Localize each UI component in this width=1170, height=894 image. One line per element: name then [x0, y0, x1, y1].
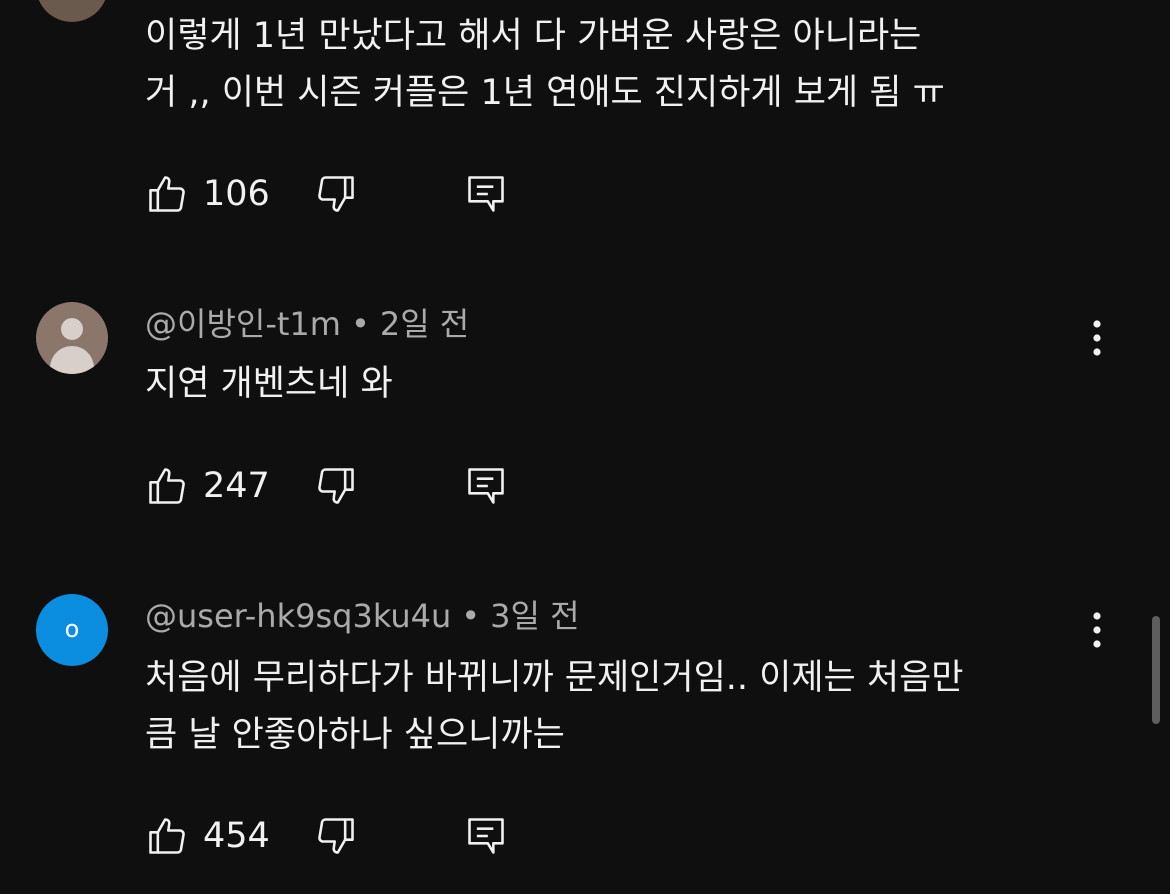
avatar[interactable]: [36, 0, 108, 22]
more-vert-icon: [1082, 608, 1112, 652]
avatar[interactable]: [36, 302, 108, 374]
comment-meta: @이방인-t1m • 2일 전: [145, 304, 469, 344]
scrollbar[interactable]: [1152, 616, 1160, 724]
reply-icon: [464, 172, 508, 216]
more-options-button[interactable]: [1082, 608, 1112, 652]
thumbs-down-icon: [314, 172, 358, 216]
reply-icon: [464, 814, 508, 858]
thumbs-up-icon: [145, 464, 189, 508]
comment-time: 3일 전: [490, 597, 580, 635]
author-name[interactable]: @user-hk9sq3ku4u: [145, 597, 451, 635]
more-options-button[interactable]: [1082, 316, 1112, 360]
like-count: 247: [203, 466, 270, 506]
avatar[interactable]: o: [36, 594, 108, 666]
separator-dot: •: [461, 597, 481, 635]
comment-text: 지연 개벤츠네 와: [145, 364, 393, 404]
reply-button[interactable]: [464, 464, 508, 508]
comment-meta: @user-hk9sq3ku4u • 3일 전: [145, 596, 580, 636]
comment-text: 이렇게 1년 만났다고 해서 다 가벼운 사랑은 아니라는 거 ,, 이번 시즌…: [145, 16, 945, 113]
more-vert-icon: [1082, 316, 1112, 360]
reply-icon: [464, 464, 508, 508]
thumbs-up-icon: [145, 172, 189, 216]
like-button[interactable]: 454: [145, 814, 270, 858]
like-button[interactable]: 106: [145, 172, 270, 216]
like-count: 454: [203, 816, 270, 856]
dislike-button[interactable]: [314, 464, 358, 508]
thumbs-down-icon: [314, 814, 358, 858]
thumbs-up-icon: [145, 814, 189, 858]
reply-button[interactable]: [464, 814, 508, 858]
comment-time: 2일 전: [379, 305, 470, 343]
separator-dot: •: [350, 305, 370, 343]
reply-button[interactable]: [464, 172, 508, 216]
comment-text: 처음에 무리하다가 바뀌니까 문제인거임.. 이제는 처음만 큼 날 안좋아하나…: [145, 658, 964, 755]
author-name[interactable]: @이방인-t1m: [145, 305, 341, 343]
like-count: 106: [203, 174, 270, 214]
dislike-button[interactable]: [314, 814, 358, 858]
thumbs-down-icon: [314, 464, 358, 508]
dislike-button[interactable]: [314, 172, 358, 216]
like-button[interactable]: 247: [145, 464, 270, 508]
